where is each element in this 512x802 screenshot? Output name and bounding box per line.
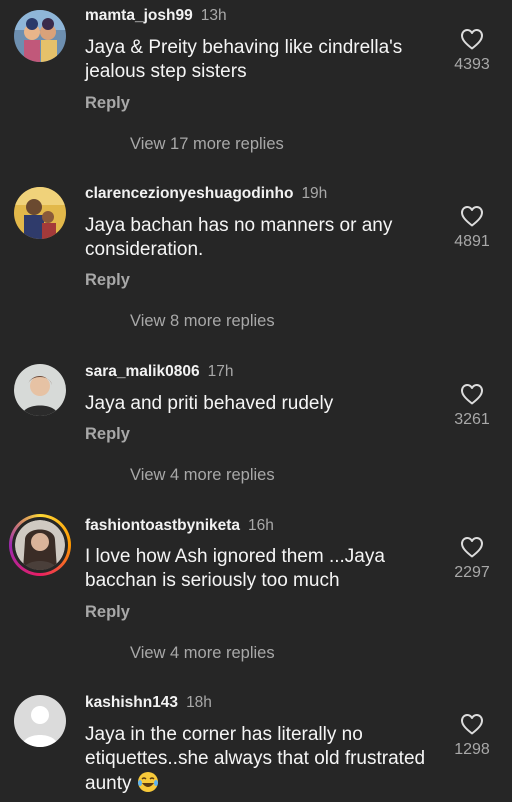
username[interactable]: clarencezionyeshuagodinho: [85, 185, 293, 202]
comment-meta: fashiontoastbyniketa 16h: [85, 516, 274, 536]
like-control: 3261: [447, 383, 497, 429]
heart-outline-icon[interactable]: [460, 205, 484, 227]
reply-button[interactable]: Reply: [85, 425, 130, 444]
laughing-tears-emoji-icon: [137, 772, 158, 792]
avatar[interactable]: [14, 187, 66, 239]
timestamp: 18h: [186, 694, 212, 711]
username[interactable]: kashishn143: [85, 694, 178, 711]
reply-button[interactable]: Reply: [85, 94, 130, 113]
comment-text: Jaya and priti behaved rudely: [85, 393, 334, 414]
view-more-replies-button[interactable]: View 17 more replies: [130, 135, 284, 154]
timestamp: 17h: [207, 363, 234, 380]
timestamp: 19h: [301, 185, 328, 202]
heart-outline-icon[interactable]: [460, 536, 484, 558]
like-control: 1298: [447, 713, 497, 759]
like-count: 4891: [454, 233, 490, 250]
like-control: 4891: [447, 205, 497, 251]
comment-text: I love how Ash ignored them ...Jaya bacc…: [85, 546, 385, 591]
comment-meta: clarencezionyeshuagodinho 19h: [85, 184, 327, 204]
comment-meta: mamta_josh99 13h: [85, 6, 227, 26]
like-control: 4393: [447, 28, 497, 74]
heart-outline-icon[interactable]: [460, 713, 484, 735]
comment-text: Jaya bachan has no manners or any consid…: [85, 215, 393, 260]
avatar[interactable]: [14, 10, 66, 62]
username[interactable]: fashiontoastbyniketa: [85, 517, 240, 534]
reply-button[interactable]: Reply: [85, 271, 130, 290]
like-count: 1298: [454, 741, 490, 758]
comment-meta: sara_malik0806 17h: [85, 362, 234, 382]
reply-button[interactable]: Reply: [85, 603, 130, 622]
view-more-replies-button[interactable]: View 8 more replies: [130, 312, 275, 331]
heart-outline-icon[interactable]: [460, 383, 484, 405]
like-count: 4393: [454, 56, 490, 73]
comment-text: Jaya & Preity behaving like cindrella's …: [85, 37, 403, 82]
avatar[interactable]: [9, 514, 71, 576]
username[interactable]: sara_malik0806: [85, 363, 200, 380]
timestamp: 16h: [248, 517, 274, 534]
like-count: 3261: [454, 411, 490, 428]
avatar[interactable]: [14, 364, 66, 416]
comments-list: mamta_josh99 13h Jaya & Preity behaving l…: [0, 0, 512, 802]
view-more-replies-button[interactable]: View 4 more replies: [130, 466, 275, 485]
view-more-replies-button[interactable]: View 4 more replies: [130, 644, 275, 663]
comment-meta: kashishn143 18h: [85, 693, 212, 713]
heart-outline-icon[interactable]: [460, 28, 484, 50]
timestamp: 13h: [200, 7, 227, 24]
like-control: 2297: [447, 536, 497, 582]
like-count: 2297: [454, 564, 490, 581]
username[interactable]: mamta_josh99: [85, 7, 193, 24]
comment-text: Jaya in the corner has literally no etiq…: [85, 723, 430, 796]
avatar[interactable]: [14, 695, 66, 747]
